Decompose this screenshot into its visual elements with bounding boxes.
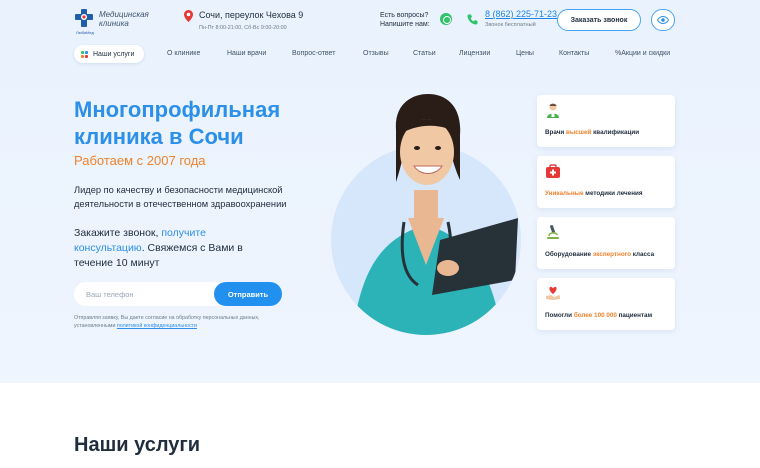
doctor-photo: [331, 94, 521, 335]
doctor-icon: [547, 103, 559, 118]
order-call-button[interactable]: Заказать звонок: [557, 9, 641, 31]
logo-mark-icon: ЛюбиМед: [74, 8, 94, 35]
logo[interactable]: ЛюбиМед Медицинская клиника: [74, 8, 149, 35]
nav-item-faq[interactable]: Вопрос-ответ: [292, 50, 335, 57]
nav-services-label: Наши услуги: [93, 50, 135, 58]
nav-item-doctors[interactable]: Наши врачи: [227, 50, 266, 57]
feature-card: Уникальные методики лечения: [537, 156, 675, 208]
nav-item-about[interactable]: О клинике: [167, 50, 200, 57]
lead-text: Лидер по качеству и безопасности медицин…: [74, 185, 287, 209]
phone-form: Отправить: [74, 282, 282, 306]
nav-services-button[interactable]: Наши услуги: [74, 45, 144, 63]
logo-name: ЛюбиМед: [76, 30, 94, 35]
phone-input[interactable]: [74, 282, 214, 306]
accessibility-button[interactable]: [651, 9, 675, 31]
consent-text: Отправляя заявку, Вы даете согласие на о…: [74, 315, 260, 329]
section-title: Наши услуги: [74, 434, 201, 456]
address-text: Сочи, переулок Чехова 9: [199, 10, 304, 20]
nav-item-promotions[interactable]: %Акции и скидки: [615, 50, 670, 57]
nav-item-licenses[interactable]: Лицензии: [459, 50, 490, 57]
first-aid-kit-icon: [546, 164, 560, 178]
feature-card: Врачи высшей квалификации: [537, 95, 675, 147]
working-hours: Пн-Пт 8:00-21:00, Сб-Вс 9:00-20:00: [199, 25, 287, 31]
privacy-policy-link[interactable]: политикой конфиденциальности: [117, 323, 197, 329]
cta-text: Закажите звонок, получите консультацию. …: [74, 227, 243, 269]
send-button[interactable]: Отправить: [214, 282, 282, 306]
questions-text: Есть вопросы? Напишите нам:: [380, 12, 430, 28]
logo-text: Медицинская клиника: [99, 10, 149, 28]
heart-hands-icon: [546, 286, 560, 300]
feature-card: Помогли более 100 000 пациентам: [537, 278, 675, 330]
phone-icon: [467, 14, 478, 25]
page-title: Многопрофильная клиника в Сочи: [74, 97, 281, 149]
nav-item-articles[interactable]: Статьи: [413, 50, 436, 57]
phone-note: Звонок бесплатный: [485, 22, 536, 28]
grid-icon: [81, 50, 88, 58]
microscope-icon: [547, 225, 559, 239]
phone-number-link[interactable]: 8 (862) 225-71-23: [485, 9, 557, 19]
since-text: Работаем с 2007 года: [74, 153, 206, 168]
eye-icon: [657, 16, 669, 24]
address-block: Сочи, переулок Чехова 9 Пн-Пт 8:00-21:00…: [184, 10, 303, 31]
nav-item-reviews[interactable]: Отзывы: [363, 50, 389, 57]
nav-item-contacts[interactable]: Контакты: [559, 50, 589, 57]
whatsapp-icon[interactable]: [440, 13, 452, 25]
map-pin-icon: [184, 10, 193, 22]
feature-card: Оборудование экспертного класса: [537, 217, 675, 269]
nav-item-prices[interactable]: Цены: [516, 50, 534, 57]
